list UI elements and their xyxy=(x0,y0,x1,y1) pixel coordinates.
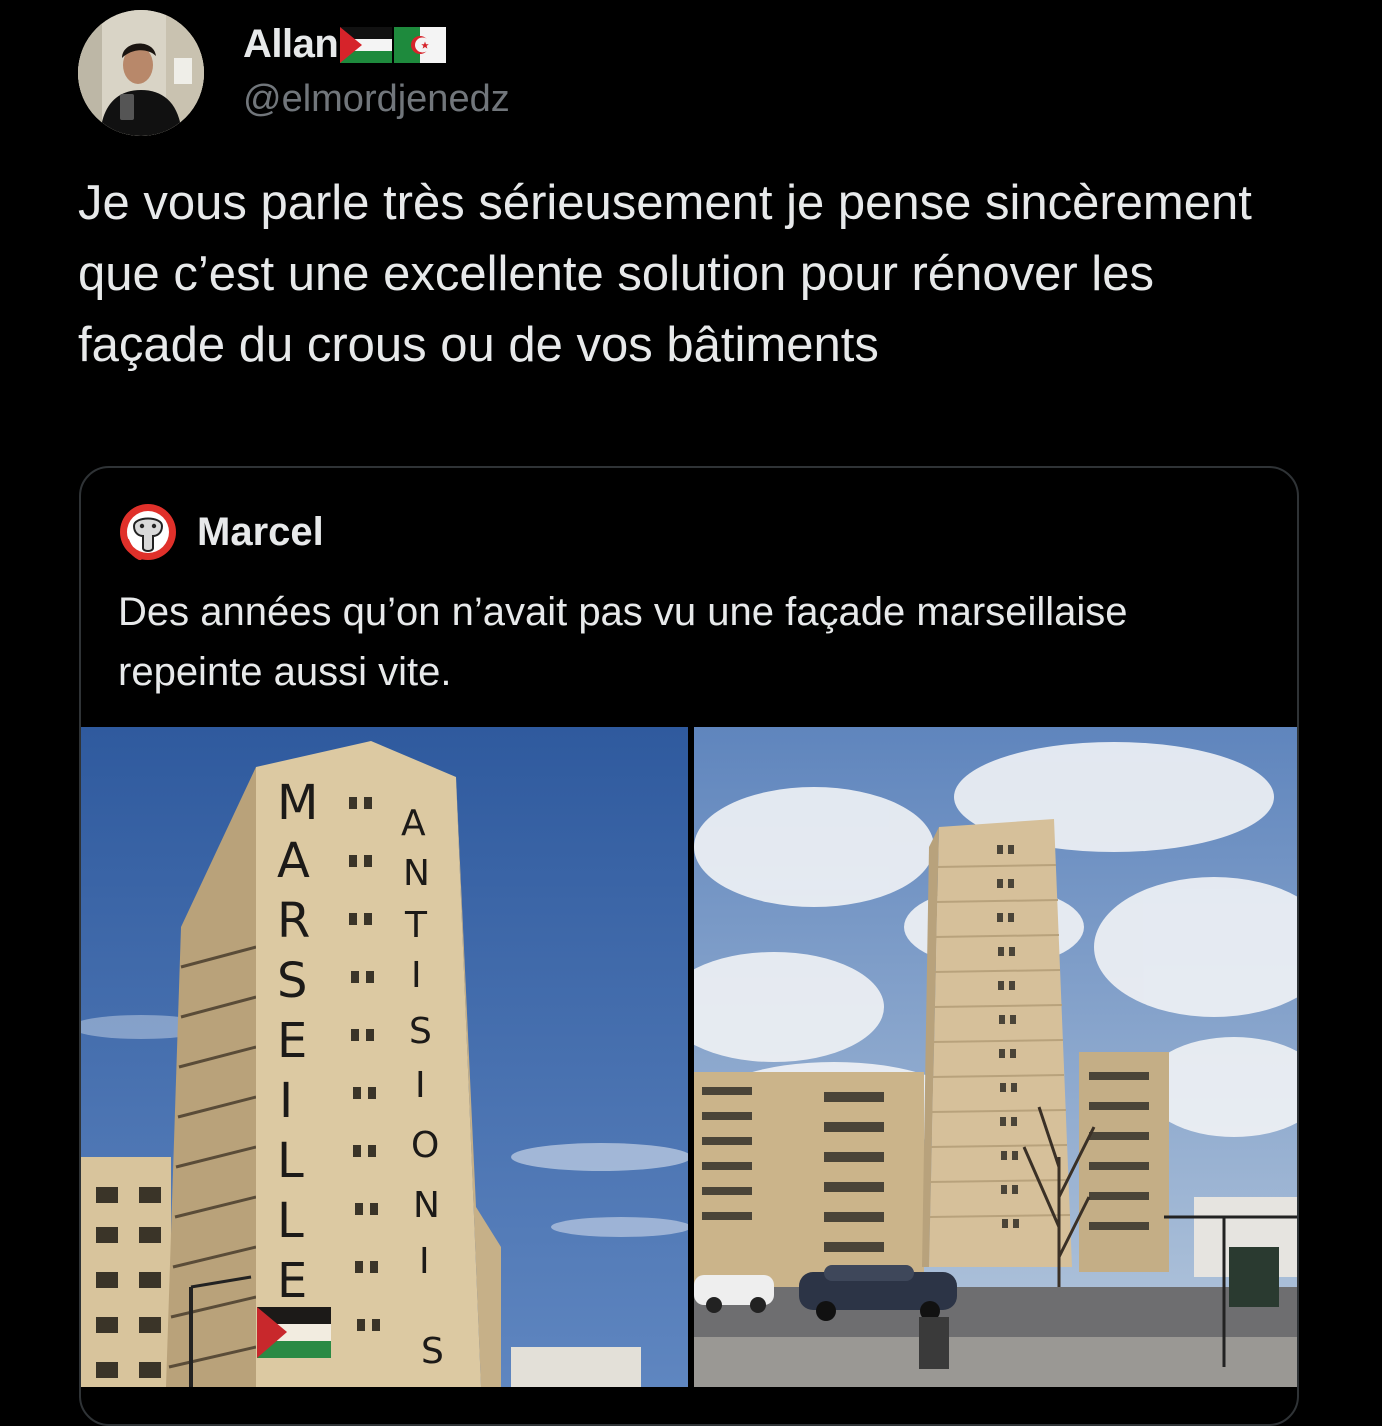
facade-letter-e2: E xyxy=(277,1253,307,1309)
author-avatar[interactable] xyxy=(78,10,204,136)
facade-letter-l2: L xyxy=(277,1193,304,1249)
facade-letter-s: S xyxy=(277,953,307,1009)
facade-letter-r-a: A xyxy=(401,803,426,844)
facade-letter-l: L xyxy=(277,1133,304,1189)
facade-letter-m: M xyxy=(277,775,318,831)
facade-letter-a: A xyxy=(277,833,310,889)
facade-letter-r-i: I xyxy=(411,955,422,996)
facade-letter-i: I xyxy=(279,1073,293,1129)
facade-letter-r-i2: I xyxy=(415,1065,426,1106)
facade-letter-e: E xyxy=(277,1013,307,1069)
quoted-author-avatar[interactable] xyxy=(120,504,176,561)
palestine-flag-icon xyxy=(340,26,393,63)
tweet-text: Je vous parle très sérieusement je pense… xyxy=(78,176,1252,372)
author-handle[interactable]: @elmordjenedz xyxy=(243,78,510,121)
facade-letter-r-t: T xyxy=(404,905,428,946)
painted-flag-icon xyxy=(257,1307,331,1358)
facade-letter-r-n2: N xyxy=(413,1185,440,1226)
quoted-tweet-media[interactable]: M A R S E I L L E A N T I S I O N I S xyxy=(81,727,1297,1387)
facade-letter-r-s2: S xyxy=(421,1331,444,1372)
quoted-tweet-text: Des années qu’on n’avait pas vu une faça… xyxy=(118,590,1128,694)
facade-letter-r: R xyxy=(277,893,310,949)
algeria-flag-icon xyxy=(394,26,447,63)
facade-letter-r-n: N xyxy=(403,853,430,894)
quoted-tweet-card[interactable]: Marcel Des années qu’on n’avait pas vu u… xyxy=(79,466,1299,1426)
facade-letter-r-s: S xyxy=(409,1011,432,1052)
quoted-author-name[interactable]: Marcel xyxy=(197,510,324,555)
author-name[interactable]: Allan xyxy=(243,22,339,67)
facade-letter-r-o: O xyxy=(411,1125,439,1166)
tower-repainted-photo[interactable] xyxy=(694,727,1297,1387)
tower-with-lettering-photo[interactable]: M A R S E I L L E A N T I S I O N I S xyxy=(81,727,688,1387)
author-name-row[interactable]: Allan xyxy=(243,22,447,67)
facade-letter-r-i3: I xyxy=(419,1241,430,1282)
